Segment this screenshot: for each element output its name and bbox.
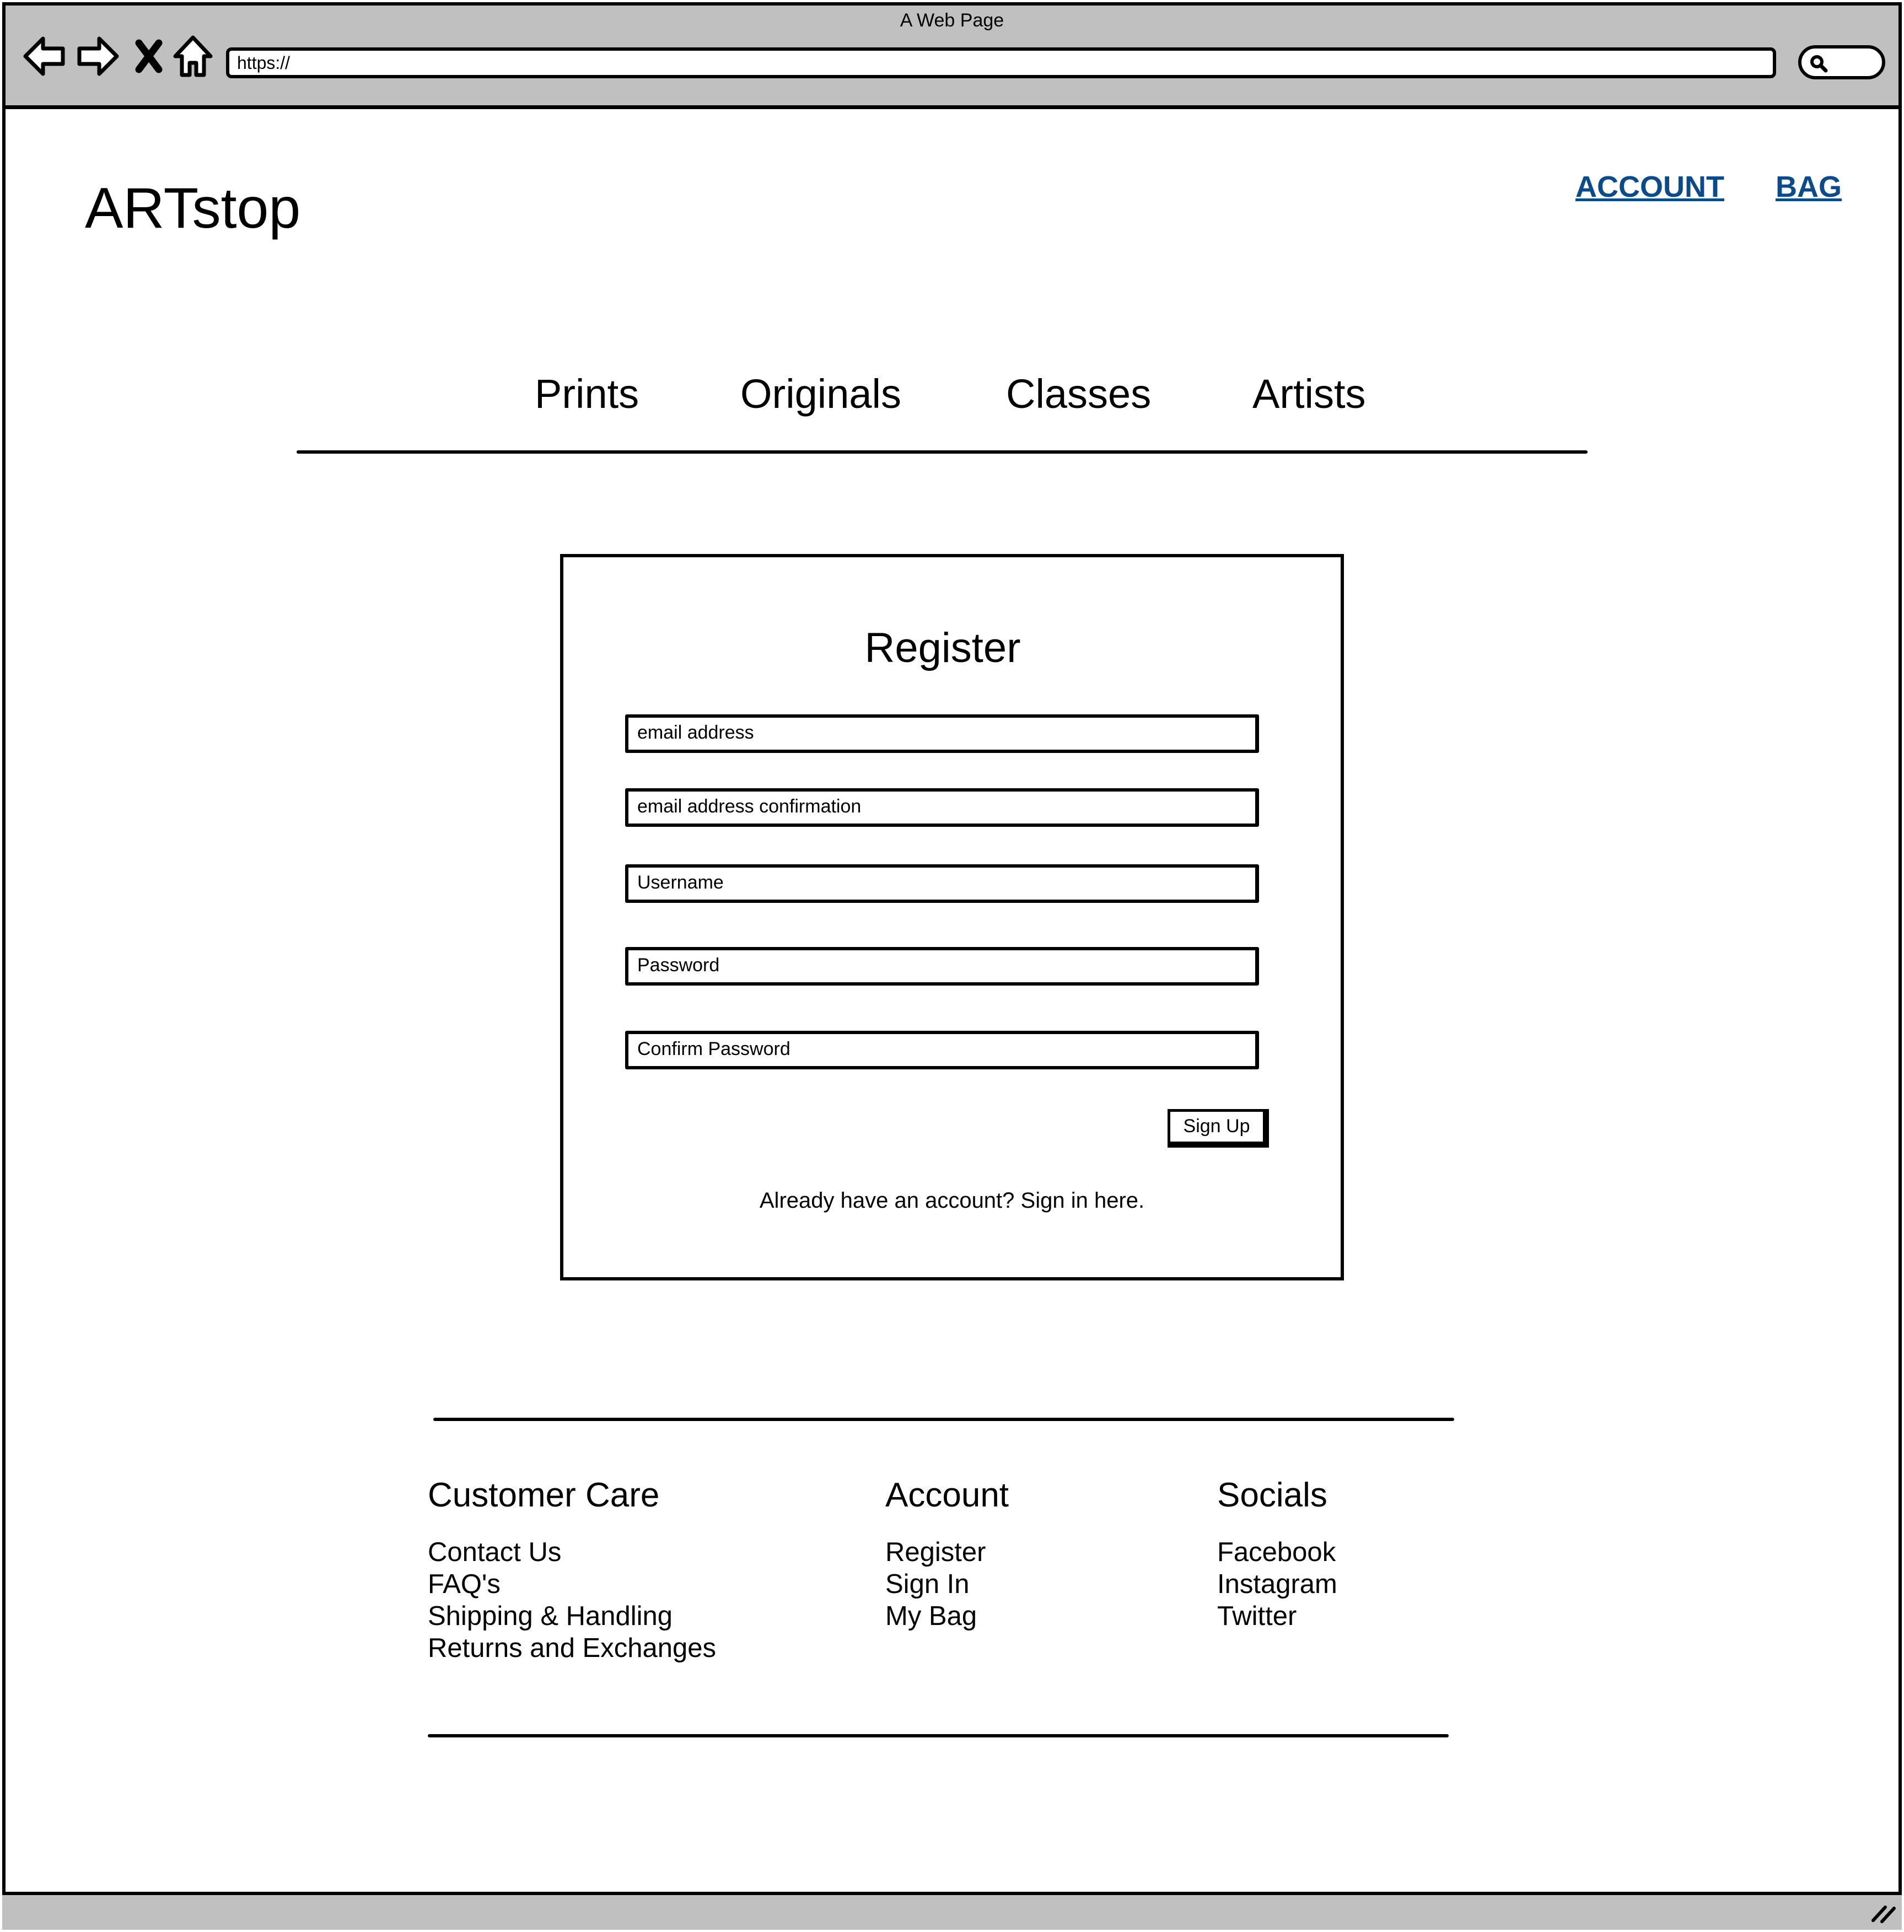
footer-link-returns[interactable]: Returns and Exchanges	[428, 1632, 716, 1664]
footer-link-instagram[interactable]: Instagram	[1217, 1568, 1337, 1600]
address-bar[interactable]: https://	[226, 47, 1776, 78]
footer-link-register[interactable]: Register	[885, 1536, 986, 1568]
footer-link-sign-in[interactable]: Sign In	[885, 1568, 970, 1600]
footer-heading-customer-care: Customer Care	[428, 1476, 660, 1514]
footer-heading-account: Account	[885, 1476, 1009, 1514]
username-field-placeholder: Username	[637, 872, 724, 893]
account-link[interactable]: ACCOUNT	[1575, 170, 1724, 204]
search-button[interactable]	[1798, 45, 1885, 79]
sign-up-button[interactable]: Sign Up	[1168, 1109, 1269, 1148]
footer-link-my-bag[interactable]: My Bag	[885, 1600, 977, 1632]
email-field[interactable]: email address	[625, 714, 1259, 753]
email-confirm-field[interactable]: email address confirmation	[625, 788, 1259, 827]
footer-bottom-divider	[428, 1734, 1449, 1737]
nav-divider	[297, 450, 1588, 454]
footer-link-contact-us[interactable]: Contact Us	[428, 1536, 561, 1568]
back-arrow-icon[interactable]	[22, 33, 66, 79]
footer-link-faqs[interactable]: FAQ's	[428, 1568, 501, 1600]
footer-link-twitter[interactable]: Twitter	[1217, 1600, 1297, 1632]
email-confirm-field-placeholder: email address confirmation	[637, 796, 862, 817]
confirm-password-field[interactable]: Confirm Password	[625, 1031, 1259, 1069]
password-field-placeholder: Password	[637, 955, 720, 976]
nav-item-artists[interactable]: Artists	[1252, 369, 1366, 419]
footer-link-shipping[interactable]: Shipping & Handling	[428, 1600, 673, 1632]
nav-item-prints[interactable]: Prints	[535, 369, 639, 419]
stop-x-icon[interactable]	[132, 33, 165, 79]
bag-link[interactable]: BAG	[1776, 170, 1842, 204]
register-title: Register	[864, 625, 1021, 671]
search-icon	[1810, 55, 1828, 73]
confirm-password-field-placeholder: Confirm Password	[637, 1038, 790, 1059]
forward-arrow-icon[interactable]	[76, 33, 120, 79]
footer-heading-socials: Socials	[1217, 1476, 1327, 1514]
sign-in-link[interactable]: Already have an account? Sign in here.	[560, 1185, 1344, 1216]
address-bar-url: https://	[237, 53, 291, 73]
email-field-placeholder: email address	[637, 722, 754, 743]
window-title: A Web Page	[900, 10, 1004, 31]
home-icon[interactable]	[171, 33, 215, 79]
site-logo[interactable]: ARTstop	[85, 175, 300, 241]
password-field[interactable]: Password	[625, 947, 1259, 986]
browser-status-bar	[2, 1892, 1902, 1930]
resize-grip-icon[interactable]	[1870, 1899, 1897, 1924]
footer-link-facebook[interactable]: Facebook	[1217, 1536, 1336, 1568]
username-field[interactable]: Username	[625, 864, 1259, 903]
footer-top-divider	[433, 1418, 1454, 1421]
nav-item-classes[interactable]: Classes	[1006, 369, 1151, 419]
nav-item-originals[interactable]: Originals	[740, 369, 901, 419]
